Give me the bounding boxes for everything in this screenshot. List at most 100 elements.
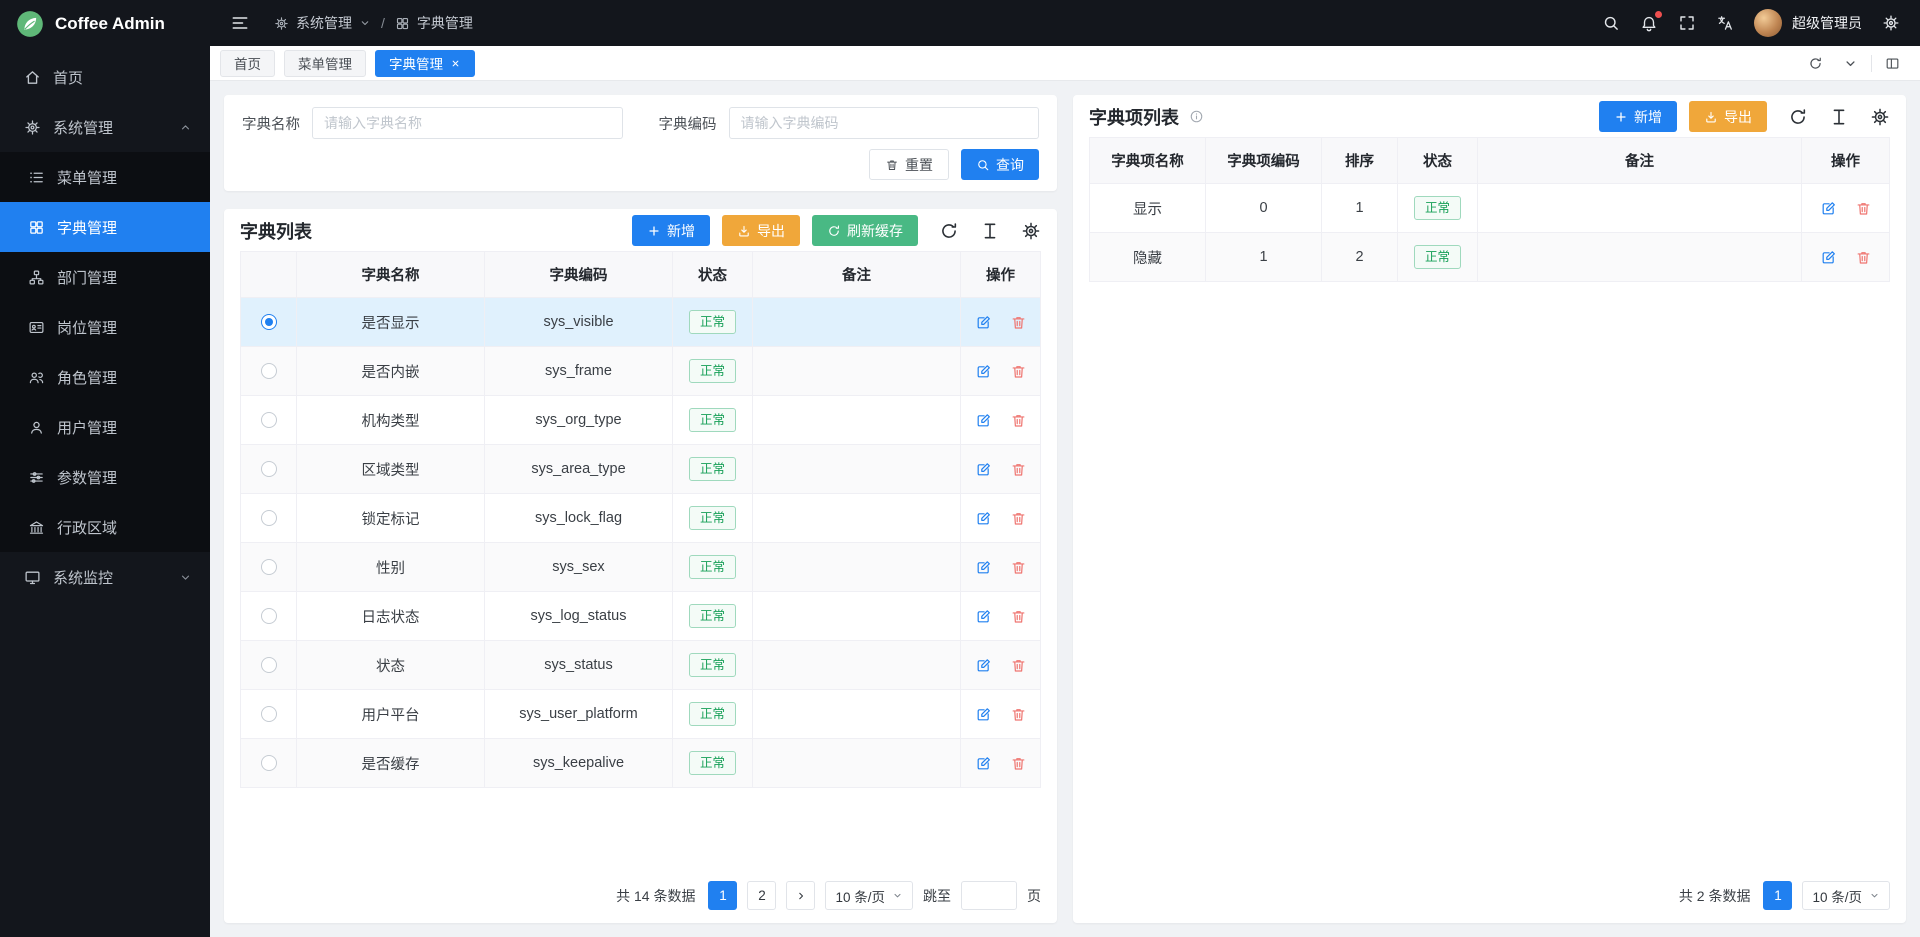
notifications-button[interactable] xyxy=(1640,14,1658,32)
tab-menu-management[interactable]: 菜单管理 xyxy=(284,50,366,77)
row-radio[interactable] xyxy=(261,363,277,379)
tab-home[interactable]: 首页 xyxy=(220,50,275,77)
sidebar-item-post-management[interactable]: 岗位管理 xyxy=(0,302,210,352)
fullscreen-icon[interactable] xyxy=(1678,14,1696,32)
grid-icon xyxy=(395,16,410,31)
edit-icon[interactable] xyxy=(975,657,992,674)
tab-dict-management[interactable]: 字典管理 xyxy=(375,50,475,77)
row-radio[interactable] xyxy=(261,461,277,477)
table-row[interactable]: 性别 sys_sex 正常 xyxy=(241,543,1041,592)
settings-gear-icon[interactable] xyxy=(1882,14,1900,32)
table-row[interactable]: 状态 sys_status 正常 xyxy=(241,641,1041,690)
delete-icon[interactable] xyxy=(1010,314,1027,331)
table-row[interactable]: 显示 0 1 正常 xyxy=(1090,184,1890,233)
table-row[interactable]: 区域类型 sys_area_type 正常 xyxy=(241,445,1041,494)
add-button[interactable]: 新增 xyxy=(632,215,710,246)
table-settings-icon[interactable] xyxy=(1870,107,1890,127)
table-row[interactable]: 锁定标记 sys_lock_flag 正常 xyxy=(241,494,1041,543)
dict-code-input[interactable] xyxy=(729,107,1040,139)
delete-icon[interactable] xyxy=(1010,412,1027,429)
table-row[interactable]: 隐藏 1 2 正常 xyxy=(1090,233,1890,282)
table-row[interactable]: 机构类型 sys_org_type 正常 xyxy=(241,396,1041,445)
edit-icon[interactable] xyxy=(975,363,992,380)
sidebar-item-menu-management[interactable]: 菜单管理 xyxy=(0,152,210,202)
table-row[interactable]: 用户平台 sys_user_platform 正常 xyxy=(241,690,1041,739)
sidebar-item-system-management[interactable]: 系统管理 xyxy=(0,102,210,152)
translate-icon[interactable] xyxy=(1716,14,1734,32)
edit-icon[interactable] xyxy=(975,706,992,723)
dict-name-cell: 日志状态 xyxy=(297,592,485,641)
user-avatar[interactable] xyxy=(1754,9,1782,37)
edit-icon[interactable] xyxy=(1820,249,1837,266)
edit-icon[interactable] xyxy=(975,559,992,576)
row-radio[interactable] xyxy=(261,510,277,526)
density-icon[interactable] xyxy=(1829,107,1849,127)
table-row[interactable]: 是否显示 sys_visible 正常 xyxy=(241,298,1041,347)
export-items-button[interactable]: 导出 xyxy=(1689,101,1767,132)
row-radio[interactable] xyxy=(261,657,277,673)
edit-icon[interactable] xyxy=(975,461,992,478)
reset-button[interactable]: 重置 xyxy=(869,149,949,180)
page-button-2[interactable]: 2 xyxy=(747,881,776,910)
close-icon[interactable] xyxy=(450,58,461,69)
page-size-select[interactable]: 10 条/页 xyxy=(825,881,913,910)
table-row[interactable]: 日志状态 sys_log_status 正常 xyxy=(241,592,1041,641)
sidebar-item-param-management[interactable]: 参数管理 xyxy=(0,452,210,502)
row-radio[interactable] xyxy=(261,608,277,624)
refresh-cache-button[interactable]: 刷新缓存 xyxy=(812,215,918,246)
sidebar-item-dict-management[interactable]: 字典管理 xyxy=(0,202,210,252)
sidebar-item-system-monitor[interactable]: 系统监控 xyxy=(0,552,210,602)
refresh-icon[interactable] xyxy=(1808,56,1823,71)
delete-icon[interactable] xyxy=(1010,510,1027,527)
collapse-sidebar-icon[interactable] xyxy=(230,13,250,33)
breadcrumb-item-system[interactable]: 系统管理 xyxy=(296,13,352,33)
query-button[interactable]: 查询 xyxy=(961,149,1039,180)
refresh-icon[interactable] xyxy=(1788,107,1808,127)
sidebar-item-admin-region[interactable]: 行政区域 xyxy=(0,502,210,552)
row-radio[interactable] xyxy=(261,559,277,575)
delete-icon[interactable] xyxy=(1010,706,1027,723)
page-button-1[interactable]: 1 xyxy=(708,881,737,910)
delete-icon[interactable] xyxy=(1010,559,1027,576)
table-row[interactable]: 是否缓存 sys_keepalive 正常 xyxy=(241,739,1041,788)
row-radio[interactable] xyxy=(261,706,277,722)
density-icon[interactable] xyxy=(980,221,1000,241)
table-settings-icon[interactable] xyxy=(1021,221,1041,241)
edit-icon[interactable] xyxy=(975,314,992,331)
delete-icon[interactable] xyxy=(1010,608,1027,625)
delete-icon[interactable] xyxy=(1855,249,1872,266)
jump-page-input[interactable] xyxy=(961,881,1017,910)
page-button-1[interactable]: 1 xyxy=(1763,881,1792,910)
sidebar-item-role-management[interactable]: 角色管理 xyxy=(0,352,210,402)
row-radio[interactable] xyxy=(261,412,277,428)
edit-icon[interactable] xyxy=(975,608,992,625)
edit-icon[interactable] xyxy=(975,755,992,772)
export-button[interactable]: 导出 xyxy=(722,215,800,246)
next-page-button[interactable] xyxy=(786,881,815,910)
delete-icon[interactable] xyxy=(1010,657,1027,674)
delete-icon[interactable] xyxy=(1010,755,1027,772)
page-size-select[interactable]: 10 条/页 xyxy=(1802,881,1890,910)
dict-name-input[interactable] xyxy=(312,107,623,139)
add-item-button[interactable]: 新增 xyxy=(1599,101,1677,132)
delete-icon[interactable] xyxy=(1010,363,1027,380)
table-row[interactable]: 是否内嵌 sys_frame 正常 xyxy=(241,347,1041,396)
delete-icon[interactable] xyxy=(1010,461,1027,478)
layout-icon[interactable] xyxy=(1885,56,1900,71)
user-name[interactable]: 超级管理员 xyxy=(1792,13,1862,33)
sidebar-item-user-management[interactable]: 用户管理 xyxy=(0,402,210,452)
row-radio[interactable] xyxy=(261,314,277,330)
edit-icon[interactable] xyxy=(1820,200,1837,217)
chevron-down-icon[interactable] xyxy=(1843,56,1858,71)
dict-name-cell: 是否缓存 xyxy=(297,739,485,788)
app-logo[interactable]: Coffee Admin xyxy=(0,0,210,48)
edit-icon[interactable] xyxy=(975,510,992,527)
edit-icon[interactable] xyxy=(975,412,992,429)
search-icon[interactable] xyxy=(1602,14,1620,32)
refresh-icon[interactable] xyxy=(939,221,959,241)
row-radio[interactable] xyxy=(261,755,277,771)
sidebar-item-home[interactable]: 首页 xyxy=(0,52,210,102)
info-icon[interactable] xyxy=(1189,109,1204,124)
delete-icon[interactable] xyxy=(1855,200,1872,217)
sidebar-item-dept-management[interactable]: 部门管理 xyxy=(0,252,210,302)
